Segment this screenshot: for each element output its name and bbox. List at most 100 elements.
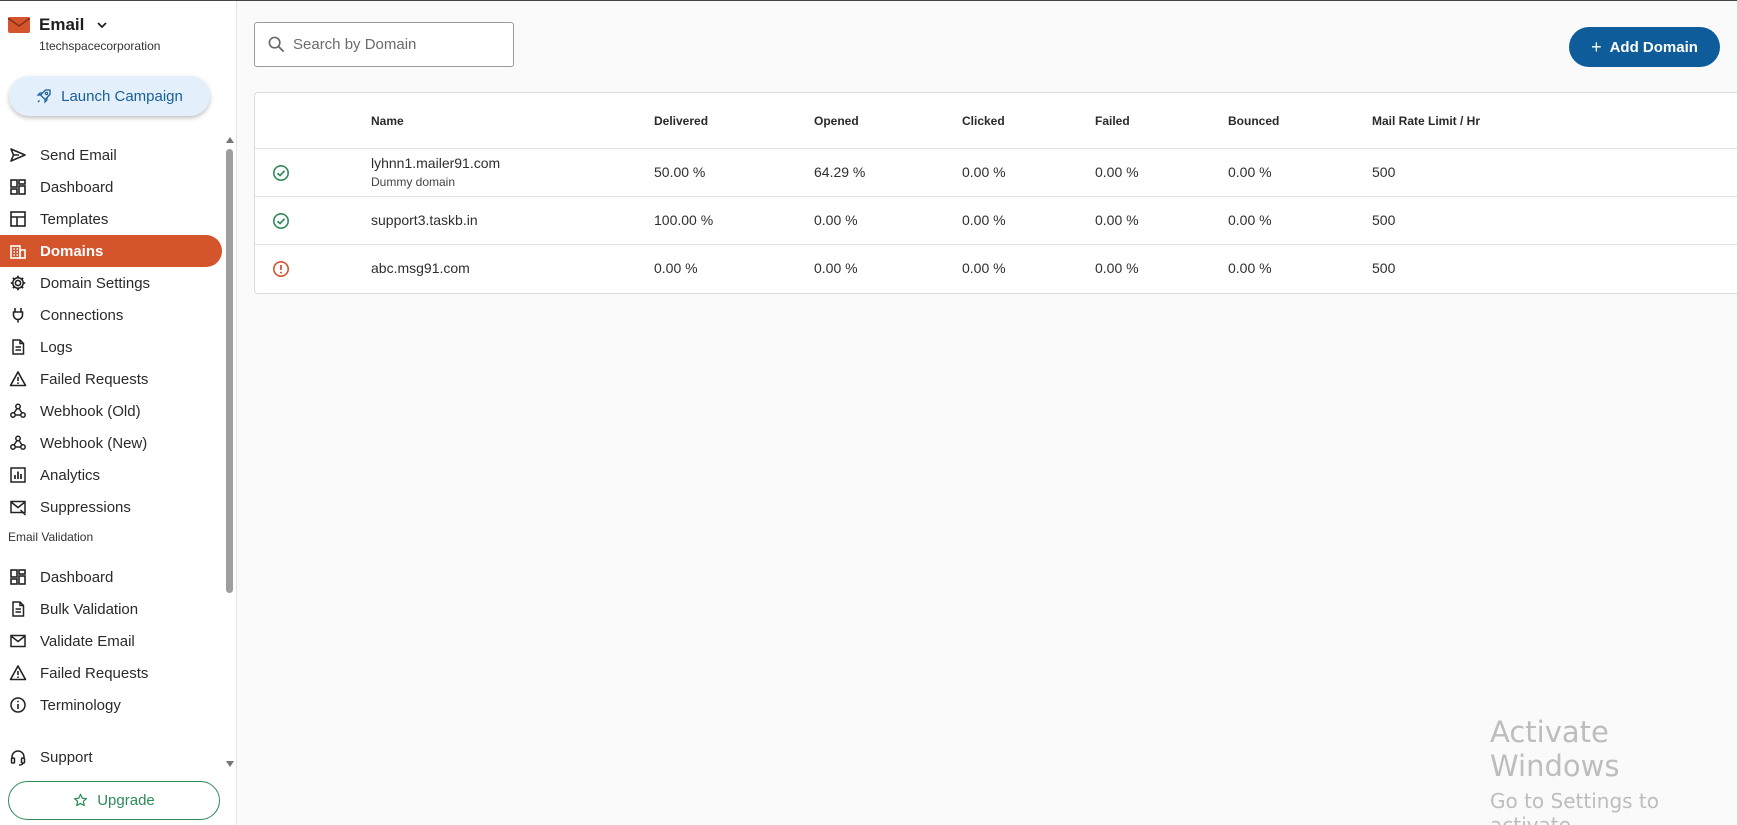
upgrade-button[interactable]: Upgrade [8, 781, 220, 820]
mail-logo-icon [8, 17, 30, 33]
sidebar-item-label: Terminology [40, 696, 121, 714]
sidebar-scrollbar[interactable] [225, 137, 234, 767]
mail-icon [9, 632, 27, 650]
sidebar-item-label: Webhook (Old) [40, 402, 141, 420]
rocket-icon [36, 89, 51, 104]
sidebar-item-suppressions[interactable]: Suppressions [0, 491, 222, 523]
domain-description: Dummy domain [371, 175, 456, 189]
app-title: Email [39, 15, 85, 34]
failed-value: 0.00 % [1095, 164, 1139, 180]
upgrade-label: Upgrade [97, 792, 155, 809]
column-header-clicked[interactable]: Clicked [962, 114, 1005, 128]
warning-icon [9, 664, 27, 682]
plug-icon [9, 306, 27, 324]
sidebar-item-label: Bulk Validation [40, 600, 139, 618]
search-icon [268, 36, 285, 53]
failed-value: 0.00 % [1095, 260, 1139, 276]
add-domain-label: Add Domain [1609, 38, 1698, 56]
sidebar-item-validation-failed-requests[interactable]: Failed Requests [0, 657, 222, 689]
chevron-down-icon [97, 22, 107, 29]
rate-limit-value: 500 [1372, 212, 1396, 228]
delivered-value: 0.00 % [654, 260, 698, 276]
sidebar-item-label: Analytics [40, 466, 101, 484]
sidebar-item-support[interactable]: Support [0, 741, 222, 773]
send-icon [9, 146, 27, 164]
launch-campaign-button[interactable]: Launch Campaign [9, 76, 210, 116]
bounced-value: 0.00 % [1228, 164, 1272, 180]
sidebar-item-label: Validate Email [40, 632, 135, 650]
dashboard-icon [9, 178, 27, 196]
column-header-mail-rate-limit[interactable]: Mail Rate Limit / Hr [1372, 114, 1480, 128]
document-icon [9, 600, 27, 618]
column-header-bounced[interactable]: Bounced [1228, 114, 1279, 128]
domain-name[interactable]: abc.msg91.com [371, 260, 470, 276]
sidebar-item-logs[interactable]: Logs [0, 331, 222, 363]
sidebar-item-domains[interactable]: Domains [0, 235, 222, 267]
sidebar-item-analytics[interactable]: Analytics [0, 459, 222, 491]
suppressions-icon [9, 498, 27, 516]
table-row[interactable]: lyhnn1.mailer91.com Dummy domain 50.00 %… [255, 149, 1737, 197]
org-name: 1techspacecorporation [39, 39, 161, 53]
clicked-value: 0.00 % [962, 260, 1006, 276]
scroll-up-arrow-icon[interactable] [226, 137, 234, 143]
sidebar-item-label: Failed Requests [40, 664, 149, 682]
document-icon [9, 338, 27, 356]
sidebar-item-validate-email[interactable]: Validate Email [0, 625, 222, 657]
sidebar-item-label: Send Email [40, 146, 117, 164]
templates-icon [9, 210, 27, 228]
domain-name[interactable]: support3.taskb.in [371, 212, 478, 228]
sidebar-item-terminology[interactable]: Terminology [0, 689, 222, 721]
webhook-icon [9, 434, 27, 452]
sidebar-item-label: Templates [40, 210, 109, 228]
search-input[interactable] [293, 36, 493, 53]
sidebar-item-label: Suppressions [40, 498, 131, 516]
sidebar-item-label: Domain Settings [40, 274, 151, 292]
sidebar-item-webhook-old[interactable]: Webhook (Old) [0, 395, 222, 427]
column-header-delivered[interactable]: Delivered [654, 114, 708, 128]
sidebar-item-label: Connections [40, 306, 124, 324]
sidebar-item-label: Dashboard [40, 178, 114, 196]
sidebar-item-label: Domains [40, 242, 104, 260]
verified-check-icon [272, 164, 290, 182]
verified-check-icon [272, 212, 290, 230]
alert-circle-icon [272, 260, 290, 278]
sidebar-item-bulk-validation[interactable]: Bulk Validation [0, 593, 222, 625]
table-row[interactable]: abc.msg91.com 0.00 % 0.00 % 0.00 % 0.00 … [255, 245, 1737, 293]
app-switcher[interactable]: Email [8, 15, 110, 35]
sidebar-item-label: Webhook (New) [40, 434, 148, 452]
opened-value: 0.00 % [814, 260, 858, 276]
scroll-down-arrow-icon[interactable] [226, 761, 234, 767]
search-box[interactable] [254, 22, 514, 67]
sidebar-item-send-email[interactable]: Send Email [0, 139, 222, 171]
table-row[interactable]: support3.taskb.in 100.00 % 0.00 % 0.00 %… [255, 197, 1737, 245]
windows-activation-watermark: Activate Windows Go to Settings to activ… [1490, 715, 1737, 825]
sidebar-nav: Send Email Dashboard Templates Domains D… [0, 139, 222, 773]
column-header-failed[interactable]: Failed [1095, 114, 1130, 128]
sidebar-item-label: Support [40, 748, 93, 766]
column-header-opened[interactable]: Opened [814, 114, 859, 128]
clicked-value: 0.00 % [962, 212, 1006, 228]
domains-table: Name Delivered Opened Clicked Failed Bou… [254, 92, 1737, 294]
rate-limit-value: 500 [1372, 164, 1396, 180]
scrollbar-thumb[interactable] [226, 149, 233, 593]
bounced-value: 0.00 % [1228, 260, 1272, 276]
launch-campaign-label: Launch Campaign [61, 87, 183, 105]
delivered-value: 50.00 % [654, 164, 706, 180]
sidebar-item-webhook-new[interactable]: Webhook (New) [0, 427, 222, 459]
watermark-line-2: Go to Settings to activate [1490, 789, 1659, 825]
gear-icon [9, 274, 27, 292]
sidebar-item-domain-settings[interactable]: Domain Settings [0, 267, 222, 299]
rate-limit-value: 500 [1372, 260, 1396, 276]
sidebar-item-dashboard[interactable]: Dashboard [0, 171, 222, 203]
plus-icon: + [1591, 37, 1602, 57]
sidebar-item-validation-dashboard[interactable]: Dashboard [0, 561, 222, 593]
sidebar-item-templates[interactable]: Templates [0, 203, 222, 235]
headset-icon [9, 748, 27, 766]
watermark-line-1: Activate Windows [1490, 715, 1620, 783]
column-header-name[interactable]: Name [371, 114, 404, 128]
sidebar-item-failed-requests[interactable]: Failed Requests [0, 363, 222, 395]
clicked-value: 0.00 % [962, 164, 1006, 180]
sidebar-item-connections[interactable]: Connections [0, 299, 222, 331]
domain-name[interactable]: lyhnn1.mailer91.com [371, 155, 500, 171]
add-domain-button[interactable]: + Add Domain [1569, 27, 1720, 67]
